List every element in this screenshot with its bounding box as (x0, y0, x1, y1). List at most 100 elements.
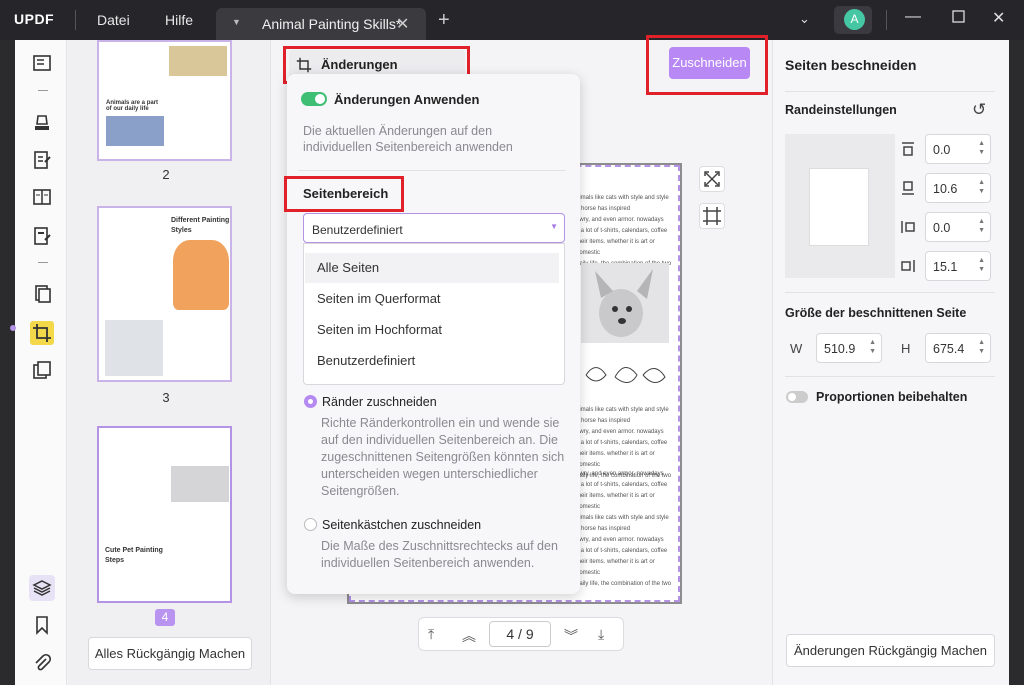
panel-handle[interactable] (10, 325, 16, 331)
thumbnail-image (105, 320, 163, 376)
new-tab-icon[interactable]: + (438, 9, 450, 32)
thumbnail-image (171, 466, 229, 502)
height-input[interactable]: 675.4 ▲ ▼ (925, 333, 991, 363)
toggle-description: Die aktuellen Änderungen auf den individ… (303, 124, 513, 154)
select-value: Benutzerdefiniert (312, 223, 403, 237)
option-landscape[interactable]: Seiten im Querformat (305, 284, 559, 314)
margin-left-input[interactable]: 0.0 ▲ ▼ (925, 212, 991, 242)
window-close-icon[interactable]: ✕ (992, 8, 1005, 28)
highlight-box (284, 176, 404, 212)
thumbnail-image (173, 240, 229, 310)
highlight-box (646, 35, 768, 95)
attachment-icon[interactable] (32, 653, 52, 673)
page-range-dropdown: Alle Seiten Seiten im Querformat Seiten … (303, 243, 565, 385)
crop-pages-icon[interactable] (30, 321, 54, 345)
page-number-label: 2 (162, 167, 170, 182)
keep-proportions-label: Proportionen beibehalten (816, 390, 968, 404)
width-label: W (790, 341, 803, 356)
page-text-block: nimals like cats with style and style e h… (576, 195, 671, 267)
margin-bottom-input[interactable]: 10.6 ▲ ▼ (925, 173, 991, 203)
width-input[interactable]: 510.9 ▲ ▼ (816, 333, 882, 363)
divider (785, 91, 995, 92)
margin-bottom-icon (900, 180, 916, 201)
edit-pdf-icon[interactable] (32, 150, 52, 170)
page-number-label: 3 (162, 390, 170, 405)
undo-changes-button[interactable]: Änderungen Rückgängig Machen (786, 634, 995, 667)
panel-title: Seiten beschneiden (785, 57, 917, 73)
comment-highlighter-icon[interactable] (32, 113, 52, 133)
layers-icon[interactable] (29, 575, 55, 601)
radio-crop-margins-label: Ränder zuschneiden (322, 395, 437, 409)
last-page-icon[interactable]: ⤓ (598, 626, 604, 643)
page-number-label: 4 (155, 609, 175, 626)
radio-crop-margins-desc: Richte Ränderkontrollen ein und wende si… (321, 416, 565, 498)
page-thumbnail-4[interactable]: Cute Pet Painting Steps (97, 426, 232, 603)
option-portrait[interactable]: Seiten im Hochformat (305, 315, 559, 345)
toggle-label: Änderungen Anwenden (334, 92, 480, 107)
margins-title: Randeinstellungen (785, 103, 897, 117)
crop-box-icon[interactable] (699, 203, 725, 229)
thumbnail-image (169, 46, 227, 76)
preview-page (809, 168, 869, 246)
menu-datei[interactable]: Datei (97, 12, 130, 28)
avatar[interactable]: A (844, 9, 865, 30)
radio-crop-margins[interactable] (304, 395, 317, 408)
organize-pages-icon[interactable] (32, 284, 52, 304)
margin-top-icon (900, 141, 916, 162)
height-label: H (901, 341, 911, 356)
thumbnail-heading: Animals are a part of our daily life (106, 100, 159, 112)
page-layout-icon[interactable] (32, 187, 52, 207)
divider (785, 376, 995, 377)
dog-photo (581, 263, 669, 343)
page-number-input[interactable]: 4 / 9 (489, 621, 551, 647)
protect-icon[interactable] (32, 360, 52, 380)
radio-crop-box-desc: Die Maße des Zuschnittsrechtecks auf den… (321, 539, 558, 570)
option-all-pages[interactable]: Alle Seiten (305, 253, 559, 283)
margin-right-icon (900, 258, 916, 279)
divider (886, 10, 887, 30)
divider (75, 10, 76, 30)
apply-changes-toggle[interactable] (301, 92, 327, 106)
thumbnail-panel: Animals are a part of our daily life 2 D… (68, 40, 271, 685)
fit-page-icon[interactable] (699, 166, 725, 192)
page-thumbnail-3[interactable]: Different Painting Styles (97, 206, 232, 382)
previous-page-icon[interactable]: ︽ (462, 626, 476, 646)
crop-preview (785, 134, 895, 278)
thumbnail-image (106, 116, 164, 146)
cropped-size-title: Größe der beschnittenen Seite (785, 306, 967, 320)
thumbnail-heading: Different Painting Styles (171, 217, 230, 234)
reset-icon[interactable]: ↺ (972, 100, 986, 120)
margin-left-icon (900, 219, 916, 240)
menu-hilfe[interactable]: Hilfe (165, 12, 193, 28)
thumbnail-heading: Cute Pet Painting Steps (105, 547, 163, 564)
divider (785, 292, 995, 293)
chevron-down-icon[interactable]: ⌄ (799, 11, 810, 27)
keep-proportions-toggle[interactable] (786, 391, 808, 403)
chevron-down-icon[interactable]: ▼ (232, 17, 241, 27)
sketch-drawings (581, 355, 669, 391)
divider (298, 170, 566, 171)
undo-all-button[interactable]: Alles Rückgängig Machen (88, 637, 252, 670)
option-custom[interactable]: Benutzerdefiniert (305, 346, 559, 376)
margin-top-input[interactable]: 0.0 ▲ ▼ (925, 134, 991, 164)
radio-crop-box-label: Seitenkästchen zuschneiden (322, 518, 482, 532)
first-page-icon[interactable]: ⤒ (428, 626, 434, 643)
page-range-select[interactable]: Benutzerdefiniert ▼ (303, 213, 565, 243)
page-text-block: ewry, and even armor. nowadays s a lot of… (576, 471, 672, 587)
maximize-icon[interactable] (952, 10, 965, 28)
radio-crop-box[interactable] (304, 518, 317, 531)
close-icon[interactable]: ✕ (396, 14, 409, 34)
app-logo: UPDF (14, 11, 55, 27)
form-icon[interactable] (32, 226, 52, 246)
separator (38, 90, 48, 91)
bookmark-icon[interactable] (32, 615, 52, 635)
margin-right-input[interactable]: 15.1 ▲ ▼ (925, 251, 991, 281)
left-toolbar (15, 40, 67, 685)
tab-title: Animal Painting Skills* (262, 16, 402, 32)
document-tab[interactable]: ▼ Animal Painting Skills* ✕ (216, 8, 426, 40)
separator (38, 262, 48, 263)
minimize-icon[interactable]: — (905, 8, 921, 26)
page-thumbnail-2[interactable]: Animals are a part of our daily life (97, 40, 232, 161)
reader-icon[interactable] (32, 53, 52, 73)
next-page-icon[interactable]: ︾ (564, 626, 578, 646)
